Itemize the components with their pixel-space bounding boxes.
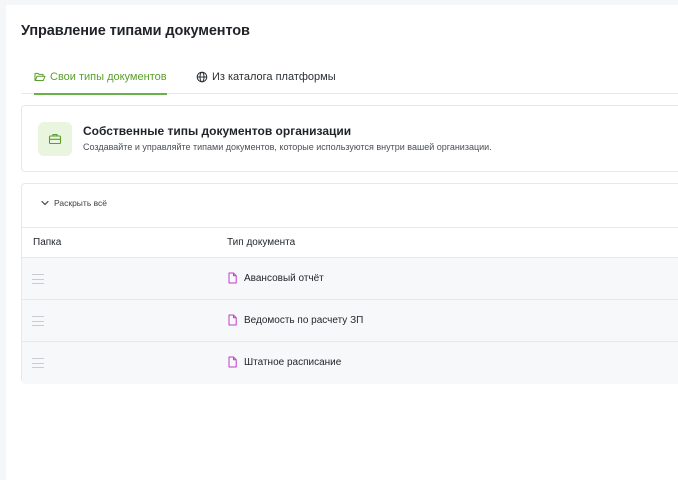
- document-type-cell[interactable]: Ведомость по расчету ЗП: [227, 314, 363, 326]
- tab-label: Свои типы документов: [50, 71, 167, 83]
- tab-platform-catalog[interactable]: Из каталога платформы: [196, 60, 336, 94]
- document-icon: [227, 356, 238, 368]
- column-header-folder: Папка: [33, 237, 62, 248]
- tab-bar: Свои типы документов Из каталога платфор…: [21, 60, 678, 95]
- globe-icon: [196, 71, 208, 83]
- drag-handle-icon[interactable]: [32, 274, 44, 284]
- chevron-down-icon: [40, 198, 50, 208]
- table-row[interactable]: Авансовый отчёт: [22, 258, 678, 300]
- page-title: Управление типами документов: [21, 23, 250, 39]
- table-row[interactable]: Штатное расписание: [22, 342, 678, 384]
- column-header-document-type: Тип документа: [227, 237, 296, 248]
- table-row[interactable]: Ведомость по расчету ЗП: [22, 300, 678, 342]
- tab-own-document-types[interactable]: Свои типы документов: [34, 60, 167, 95]
- info-subtitle: Создавайте и управляйте типами документо…: [83, 142, 492, 152]
- drag-handle-icon[interactable]: [32, 358, 44, 368]
- info-card: Собственные типы документов организации …: [21, 105, 678, 172]
- document-type-name: Штатное расписание: [244, 356, 342, 368]
- briefcase-icon: [48, 133, 62, 145]
- document-icon: [227, 272, 238, 284]
- page-container: Управление типами документов Свои типы д…: [6, 5, 678, 480]
- document-type-cell[interactable]: Авансовый отчёт: [227, 272, 324, 284]
- document-icon: [227, 314, 238, 326]
- table-header: Папка Тип документа: [22, 227, 678, 258]
- tab-label: Из каталога платформы: [212, 71, 336, 83]
- expand-all-button[interactable]: Раскрыть всё: [40, 198, 107, 208]
- info-icon-badge: [38, 122, 72, 156]
- document-type-name: Ведомость по расчету ЗП: [244, 314, 364, 326]
- drag-handle-icon[interactable]: [32, 316, 44, 326]
- document-types-table: Раскрыть всё Папка Тип документа Авансов…: [21, 183, 678, 384]
- folder-open-icon: [34, 71, 46, 83]
- document-type-name: Авансовый отчёт: [244, 272, 324, 284]
- expand-all-label: Раскрыть всё: [54, 198, 108, 208]
- info-title: Собственные типы документов организации: [83, 124, 352, 138]
- document-type-cell[interactable]: Штатное расписание: [227, 356, 341, 368]
